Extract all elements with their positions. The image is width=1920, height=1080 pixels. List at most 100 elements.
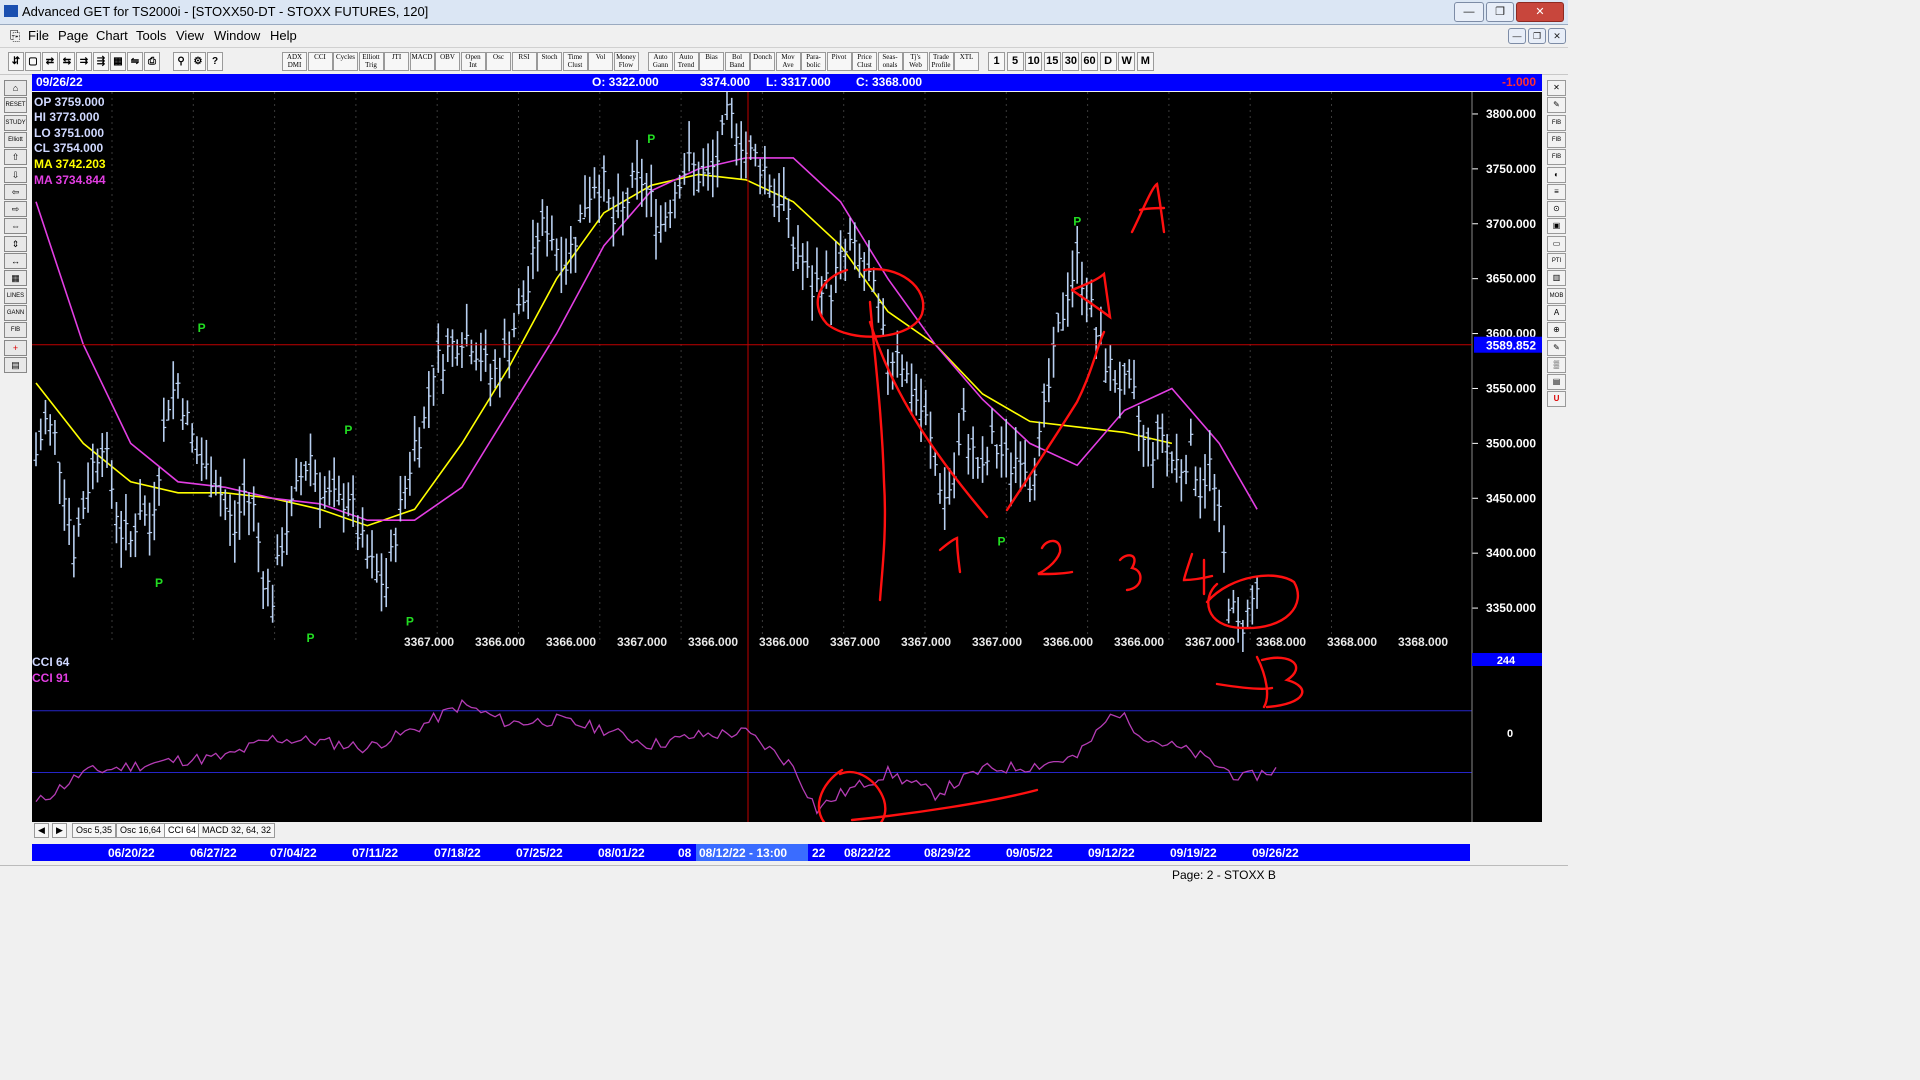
right-tool-button[interactable]: ◐ [1547,166,1566,183]
study-button[interactable]: Stoch [537,52,562,71]
right-tool-button[interactable]: ▣ [1547,218,1566,235]
file-tool-icon[interactable]: ⚙ [190,52,206,71]
study-button[interactable]: MACD [409,52,435,71]
left-tool-button[interactable]: ⇔ [4,218,27,235]
study-button[interactable]: Bol Band [724,52,750,71]
study-button[interactable]: Open Int [460,52,486,71]
left-tool-button[interactable]: LINES [4,287,27,304]
left-tool-button[interactable]: ⇦ [4,183,27,200]
menu-chart[interactable]: Chart [96,28,128,43]
period-button[interactable]: 15 [1043,52,1061,71]
tab-osc-16-64[interactable]: Osc 16,64 [116,823,166,838]
study-button[interactable]: ADX DMI [282,52,307,71]
study-button[interactable]: Osc [486,52,511,71]
right-tool-button[interactable]: FIB TIME [1547,149,1566,174]
menu-tools[interactable]: Tools [136,28,166,43]
study-button[interactable]: Money Flow [613,52,639,71]
study-button[interactable]: Auto Trend [673,52,699,71]
study-button[interactable]: XTL [954,52,979,71]
left-tool-button[interactable]: + [4,339,27,356]
file-tool-icon[interactable]: ? [207,52,223,71]
study-button[interactable]: Para- bolic [801,52,826,71]
close-button[interactable]: ✕ [1516,2,1564,22]
file-tool-icon[interactable]: ⇶ [93,52,109,71]
study-button[interactable]: JTI [384,52,409,71]
tab-macd[interactable]: MACD 32, 64, 32 [198,823,276,838]
right-tool-button[interactable]: ✕ [1547,80,1566,96]
price-chart[interactable]: 3800.0003750.0003700.0003650.0003600.000… [32,92,1542,652]
right-tool-button[interactable]: U [1547,391,1566,408]
maximize-button[interactable]: ❐ [1486,2,1514,22]
mdi-restore-button[interactable]: ❐ [1528,28,1546,44]
left-tool-button[interactable]: RESET [4,97,27,114]
right-tool-button[interactable]: A [1547,304,1566,321]
right-tool-button[interactable]: ≡ [1547,183,1566,200]
right-tool-button[interactable]: ✎ [1547,97,1566,114]
period-button[interactable]: 30 [1062,52,1080,71]
study-button[interactable]: Pivot [826,52,852,71]
right-tool-button[interactable]: ⊙ [1547,201,1566,218]
menu-help[interactable]: Help [270,28,297,43]
period-button[interactable]: 1 [988,52,1005,71]
left-tool-button[interactable]: STUDY [4,114,27,131]
study-button[interactable]: Vol [588,52,613,71]
period-button[interactable]: 60 [1081,52,1098,71]
menu-window[interactable]: Window [214,28,260,43]
mdi-close-button[interactable]: ✕ [1548,28,1566,44]
tab-scroll-right[interactable]: ▶ [52,823,67,838]
right-tool-button[interactable]: ▭ [1547,235,1566,252]
period-button[interactable]: 10 [1025,52,1043,71]
right-tool-button[interactable]: ▤ [1547,374,1566,391]
left-tool-button[interactable]: ▦ [4,270,27,287]
study-button[interactable]: Mov Ave [775,52,801,71]
right-tool-button[interactable]: PTI [1547,253,1566,269]
study-button[interactable]: Seas- onals [877,52,903,71]
file-tool-icon[interactable]: ⇉ [76,52,92,71]
left-tool-button[interactable]: ⌂ [4,80,27,96]
file-tool-icon[interactable]: ⇆ [59,52,75,71]
right-tool-button[interactable]: ✎ [1547,339,1566,356]
tab-cci-64[interactable]: CCI 64 [164,823,201,838]
study-button[interactable]: Cycles [333,52,358,71]
study-button[interactable]: Auto Gann [648,52,673,71]
file-tool-icon[interactable]: ⎙ [144,52,160,71]
study-button[interactable]: Bias [699,52,724,71]
study-button[interactable]: Price Clust [852,52,877,71]
right-tool-button[interactable]: ▒ [1547,356,1566,373]
menu-file[interactable]: File [28,28,49,43]
file-tool-icon[interactable]: ⚲ [173,52,189,71]
right-tool-button[interactable]: FIB RET [1547,114,1566,140]
tab-scroll-left[interactable]: ◀ [34,823,49,838]
study-button[interactable]: RSI [511,52,537,71]
minimize-button[interactable]: — [1454,2,1484,22]
left-tool-button[interactable]: ↔ [4,253,27,269]
file-tool-icon[interactable]: ⇋ [127,52,143,71]
file-tool-icon[interactable]: ⇵ [8,52,24,71]
left-tool-button[interactable]: Elliott [4,131,27,148]
right-tool-button[interactable]: MOB [1547,287,1566,304]
study-button[interactable]: CCI [307,52,333,71]
left-tool-button[interactable]: ⇕ [4,235,27,252]
tab-osc-5-35[interactable]: Osc 5,35 [72,823,117,838]
right-tool-button[interactable]: ⊕ [1547,322,1566,339]
left-tool-button[interactable]: FIB [4,322,27,339]
study-button[interactable]: Time Clust [562,52,588,71]
period-button[interactable]: 5 [1006,52,1024,71]
period-button[interactable]: W [1118,52,1136,71]
menu-page[interactable]: Page [58,28,88,43]
right-tool-button[interactable]: ▥ [1547,270,1566,287]
left-tool-button[interactable]: ⇨ [4,201,27,218]
period-button[interactable]: D [1099,52,1117,71]
left-tool-button[interactable]: ⇩ [4,166,27,183]
left-tool-button[interactable]: ▤ [4,356,27,373]
file-tool-icon[interactable]: ▦ [110,52,126,71]
file-tool-icon[interactable]: ⇄ [42,52,58,71]
study-button[interactable]: Tj's Web [903,52,928,71]
file-tool-icon[interactable]: ▢ [25,52,41,71]
study-button[interactable]: Elliott Trig [358,52,384,71]
left-tool-button[interactable]: ⇧ [4,149,27,166]
cci-panel[interactable]: CCI 64 CCI 91 244 0 [32,652,1542,822]
study-button[interactable]: Donch [750,52,775,71]
menu-view[interactable]: View [176,28,204,43]
left-tool-button[interactable]: GANN [4,304,27,321]
